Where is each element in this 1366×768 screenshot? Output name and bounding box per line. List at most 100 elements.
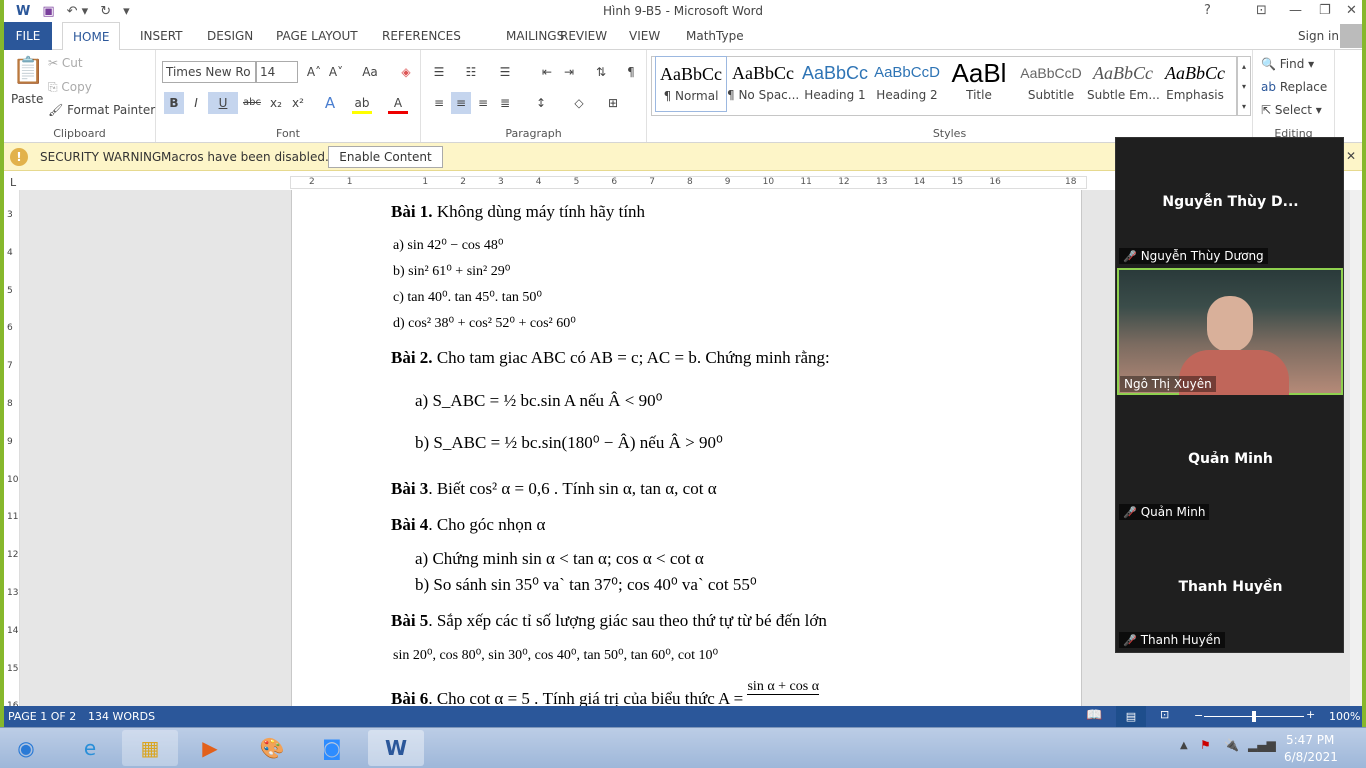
line-spacing-icon[interactable]: ↕	[531, 92, 551, 114]
replace-label: Replace	[1279, 80, 1328, 94]
internet-explorer-icon[interactable]: e	[62, 730, 118, 766]
copy-label: Copy	[61, 80, 92, 94]
power-icon[interactable]: 🔌	[1224, 738, 1239, 752]
tab-view[interactable]: VIEW	[619, 22, 670, 50]
style-heading-1[interactable]: AaBbCc Heading 1	[799, 56, 871, 112]
sort-icon[interactable]: ⇅	[591, 61, 611, 83]
clock-date[interactable]: 6/8/2021	[1284, 750, 1338, 764]
clock-time[interactable]: 5:47 PM	[1286, 733, 1334, 747]
decrease-indent-icon[interactable]: ⇤	[537, 61, 557, 83]
align-left-icon[interactable]: ≡	[429, 92, 449, 114]
styles-scroll[interactable]: ▴ ▾ ▾	[1237, 56, 1251, 116]
style-subtitle[interactable]: AaBbCcD Subtitle	[1015, 56, 1087, 112]
document-page[interactable]: Bài 1. Không dùng máy tính hãy tính a) s…	[291, 190, 1082, 706]
vertical-ruler[interactable]: 345678910111213141516	[4, 190, 20, 711]
show-hidden-icons[interactable]: ▲	[1180, 740, 1188, 751]
borders-icon[interactable]: ⊞	[603, 92, 623, 114]
paste-icon[interactable]: 📋	[12, 56, 44, 86]
text-effects-icon[interactable]: A	[320, 92, 340, 114]
taskbar: ◉ e ▦ ▶ 🎨 ◙ W ▲ ⚑ 🔌 ▂▄▆ 5:47 PM 6/8/2021	[0, 727, 1366, 768]
justify-icon[interactable]: ≣	[495, 92, 515, 114]
tab-insert[interactable]: INSERT	[130, 22, 193, 50]
vertical-scrollbar[interactable]	[1350, 190, 1362, 706]
style-heading-2[interactable]: AaBbCcD Heading 2	[871, 56, 943, 112]
multilevel-list-icon[interactable]: ☰	[495, 61, 515, 83]
subscript-button[interactable]: x₂	[266, 92, 286, 114]
increase-indent-icon[interactable]: ⇥	[559, 61, 579, 83]
numbering-icon[interactable]: ☷	[461, 61, 481, 83]
font-color-icon[interactable]: A	[388, 92, 408, 114]
help-button[interactable]: ?	[1204, 3, 1211, 18]
tab-selector[interactable]: L	[10, 176, 16, 189]
align-center-icon[interactable]: ≡	[451, 92, 471, 114]
zoom-out-button[interactable]: −	[1194, 709, 1203, 722]
font-name-select[interactable]: Times New Ro	[162, 61, 256, 83]
tab-file[interactable]: FILE	[4, 22, 52, 50]
style-title[interactable]: AaBl Title	[943, 56, 1015, 112]
tab-mathtype[interactable]: MathType	[676, 22, 754, 50]
zoom-level[interactable]: 100%	[1329, 710, 1360, 723]
change-case-button[interactable]: Aa	[356, 61, 384, 83]
participant-video[interactable]: Ngô Thị Xuyên	[1117, 268, 1343, 395]
highlight-icon[interactable]: ab	[352, 92, 372, 114]
style-normal[interactable]: AaBbCc ¶ Normal	[655, 56, 727, 112]
minimize-button[interactable]: —	[1289, 3, 1302, 18]
paint-icon[interactable]: 🎨	[244, 730, 300, 766]
bullets-icon[interactable]: ☰	[429, 61, 449, 83]
tab-page-layout[interactable]: PAGE LAYOUT	[266, 22, 368, 50]
word-taskbar-icon[interactable]: W	[368, 730, 424, 766]
print-layout-icon[interactable]: ▤	[1116, 706, 1146, 727]
ruler-number: 18	[1065, 177, 1077, 187]
grow-font-button[interactable]: A˄	[304, 61, 324, 83]
shrink-font-button[interactable]: A˅	[326, 61, 346, 83]
clear-formatting-icon[interactable]: ◈	[396, 61, 416, 83]
bai1-item-a: a) sin 42⁰ − cos 48⁰	[393, 238, 504, 253]
select-button[interactable]: ⇱ Select ▾	[1261, 103, 1322, 117]
restore-button[interactable]: ❐	[1319, 3, 1331, 18]
paste-button[interactable]: Paste	[11, 92, 43, 106]
shading-icon[interactable]: ◇	[569, 92, 589, 114]
close-warning-button[interactable]: ✕	[1346, 149, 1356, 163]
zoom-in-button[interactable]: +	[1306, 708, 1315, 721]
styles-group: AaBbCc ¶ Normal AaBbCc ¶ No Spac... AaBbCc…	[647, 50, 1253, 142]
network-icon[interactable]: ▂▄▆	[1248, 738, 1276, 752]
tab-references[interactable]: REFERENCES	[372, 22, 471, 50]
copy-button[interactable]: ⎘ Copy	[48, 80, 92, 95]
bai4-a: a) Chứng minh sin α < tan α; cos α < cot…	[415, 549, 704, 568]
close-button[interactable]: ✕	[1346, 3, 1357, 18]
user-avatar[interactable]	[1340, 24, 1362, 48]
tab-design[interactable]: DESIGN	[197, 22, 263, 50]
bold-button[interactable]: B	[164, 92, 184, 114]
tab-home[interactable]: HOME	[62, 22, 121, 51]
replace-button[interactable]: ab Replace	[1261, 80, 1327, 94]
web-layout-icon[interactable]: ⊡	[1160, 708, 1169, 721]
font-size-select[interactable]: 14	[256, 61, 298, 83]
start-button[interactable]: ◉	[2, 730, 50, 766]
enable-content-button[interactable]: Enable Content	[328, 146, 443, 168]
format-painter-button[interactable]: 🖌 Format Painter	[48, 103, 155, 117]
page-count[interactable]: PAGE 1 OF 2	[8, 710, 76, 723]
file-explorer-icon[interactable]: ▦	[122, 730, 178, 766]
sign-in-link[interactable]: Sign in	[1298, 29, 1339, 43]
zoom-app-icon[interactable]: ◙	[304, 730, 360, 766]
horizontal-ruler[interactable]: 2 1 1 2 3 4 5 6 7 8 9 10 11 12 13 14 15 16 18	[290, 176, 1087, 189]
find-button[interactable]: 🔍 Find ▾	[1261, 57, 1314, 71]
show-formatting-icon[interactable]: ¶	[621, 61, 641, 83]
media-player-icon[interactable]: ▶	[182, 730, 238, 766]
zoom-slider-thumb[interactable]	[1252, 711, 1256, 722]
ribbon-display-icon[interactable]: ⊡	[1256, 3, 1267, 18]
tab-review[interactable]: REVIEW	[550, 22, 617, 50]
style-subtle-emphasis[interactable]: AaBbCc Subtle Em...	[1087, 56, 1159, 112]
strikethrough-button[interactable]: abc	[242, 92, 262, 114]
read-mode-icon[interactable]: 📖	[1086, 708, 1102, 723]
align-right-icon[interactable]: ≡	[473, 92, 493, 114]
superscript-button[interactable]: x²	[288, 92, 308, 114]
cut-button[interactable]: ✂ Cut	[48, 56, 83, 70]
action-center-icon[interactable]: ⚑	[1200, 738, 1211, 752]
ruler-number: 16	[989, 177, 1001, 187]
underline-button[interactable]: U	[208, 92, 238, 114]
word-count[interactable]: 134 WORDS	[88, 710, 155, 723]
style-emphasis[interactable]: AaBbCc Emphasis	[1159, 56, 1231, 112]
style-no-spacing[interactable]: AaBbCc ¶ No Spac...	[727, 56, 799, 112]
italic-button[interactable]: I	[186, 92, 206, 114]
